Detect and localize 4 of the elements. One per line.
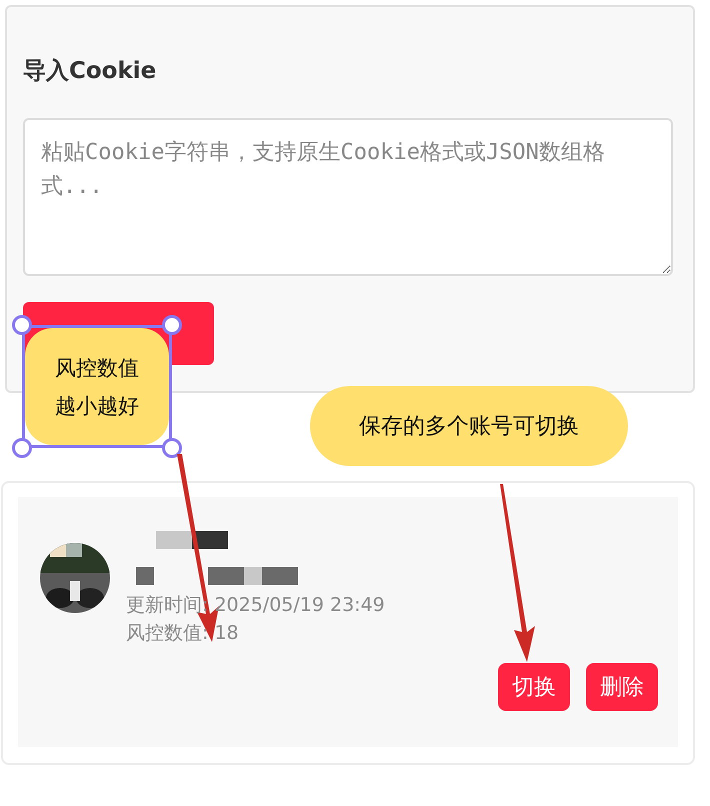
risk-value: 风控数值: 18 <box>126 621 239 646</box>
callout-pill: 保存的多个账号可切换 <box>310 386 628 466</box>
panel-title: 导入Cookie <box>23 57 158 86</box>
update-time: 更新时间: 2025/05/19 23:49 <box>126 593 385 618</box>
